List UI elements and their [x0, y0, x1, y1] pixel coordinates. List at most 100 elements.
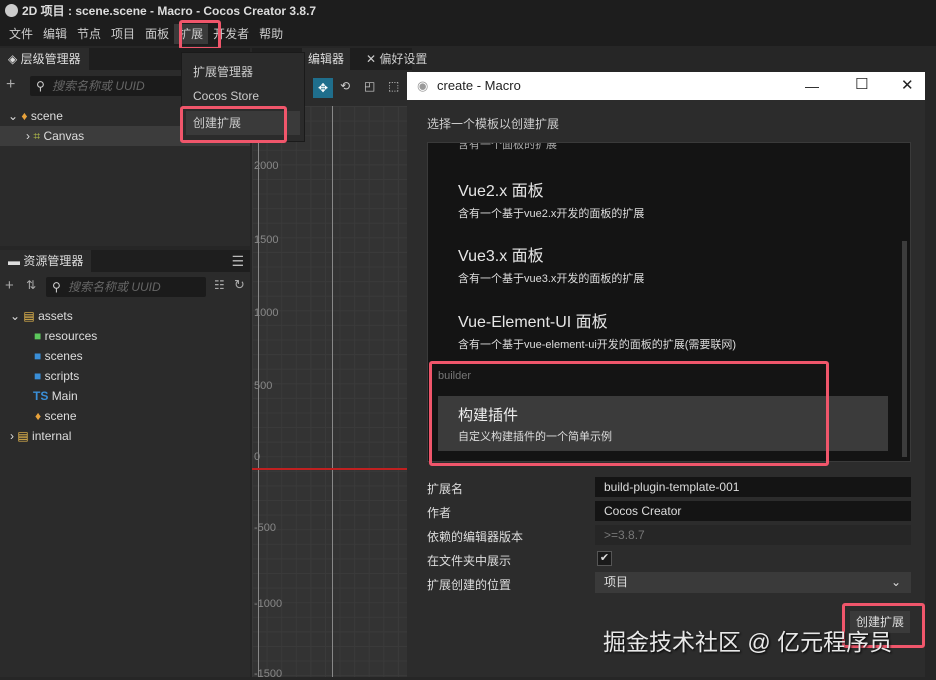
asset-resources[interactable]: ■ resources: [0, 326, 250, 346]
asset-label: Main: [51, 389, 78, 403]
asset-main[interactable]: TS Main: [0, 386, 250, 406]
add-icon[interactable]: +: [6, 76, 15, 94]
app-icon: ◉: [417, 78, 429, 93]
folder-icon: ■: [34, 369, 42, 383]
dialog-title-bar: ◉ create - Macro — ☐ ✕: [407, 72, 925, 100]
asset-label: assets: [38, 309, 73, 323]
y-label: -1500: [254, 668, 283, 680]
chevron-down-icon: ⌄: [890, 575, 901, 589]
y-label: -500: [254, 522, 277, 534]
db-icon: ▤: [23, 309, 35, 323]
menu-bar: 文件 编辑 节点 项目 面板 扩展 开发者 帮助: [0, 22, 936, 46]
rect-tool-icon[interactable]: ⬚: [388, 79, 399, 93]
watermark: 掘金技术社区 @ 亿元程序员: [603, 629, 893, 655]
create-extension-dialog: ◉ create - Macro — ☐ ✕ 选择一个模板以创建扩展 含有一个面…: [407, 72, 925, 677]
dialog-prompt: 选择一个模板以创建扩展: [427, 117, 560, 131]
search-icon: ⚲: [36, 79, 45, 93]
tab-hierarchy[interactable]: ◈ 层级管理器: [0, 48, 89, 70]
asset-label: internal: [32, 429, 72, 443]
sort-icon[interactable]: ⇅: [26, 278, 36, 292]
folder-icon: ■: [34, 349, 42, 363]
y-label: 1500: [254, 234, 279, 246]
window-title: 2D 项目 : scene.scene - Macro - Cocos Crea…: [22, 4, 317, 18]
cocos-logo-icon: [5, 4, 18, 17]
asset-scripts[interactable]: ■ scripts: [0, 366, 250, 386]
template-vue-element-ui[interactable]: Vue-Element-UI 面板含有一个基于vue-element-ui开发的…: [458, 308, 736, 352]
template-vue3[interactable]: Vue3.x 面板 含有一个基于vue3.x开发的面板的扩展: [458, 242, 644, 286]
menu-item-extension-manager[interactable]: 扩展管理器: [193, 63, 253, 80]
tab-label: 层级管理器: [20, 52, 81, 66]
asset-label: resources: [44, 329, 98, 343]
node-label: Canvas: [43, 129, 85, 143]
template-name: Vue-Element-UI 面板: [458, 314, 608, 331]
search-placeholder: 搜索名称或 UUID: [52, 79, 145, 93]
dialog-title: create - Macro: [437, 78, 521, 93]
highlight-create-extension: [180, 106, 287, 143]
assets-search-input[interactable]: ⚲ 搜索名称或 UUID: [46, 277, 206, 297]
asset-scenes[interactable]: ■ scenes: [0, 346, 250, 366]
y-label: 1000: [254, 307, 279, 319]
list-view-icon[interactable]: ☷: [214, 278, 225, 292]
maximize-icon[interactable]: ☐: [855, 71, 868, 99]
asset-label: scenes: [44, 349, 83, 363]
template-desc: 含有一个基于vue-element-ui开发的面板的扩展(需要联网): [458, 339, 737, 351]
menu-node[interactable]: 节点: [72, 24, 106, 44]
menu-project[interactable]: 项目: [106, 24, 140, 44]
menu-help[interactable]: 帮助: [254, 24, 288, 44]
scene-viewport[interactable]: [252, 106, 407, 677]
highlight-menu: [179, 20, 221, 50]
editor-version-input[interactable]: >=3.8.7: [595, 525, 911, 545]
add-icon[interactable]: +: [5, 277, 14, 294]
menu-item-cocos-store[interactable]: Cocos Store: [193, 89, 259, 103]
x-axis-line: [252, 468, 407, 470]
y-label: 0: [254, 451, 261, 463]
scale-tool-icon[interactable]: ◰: [364, 79, 375, 93]
show-in-folder-checkbox[interactable]: ✔: [597, 551, 612, 566]
author-input[interactable]: Cocos Creator: [595, 501, 911, 521]
node-label: scene: [30, 109, 63, 123]
label-editor-version: 依赖的编辑器版本: [427, 530, 524, 544]
location-value: 项目: [604, 575, 629, 589]
asset-label: scripts: [44, 369, 80, 383]
tab-preferences[interactable]: ✕ 偏好设置: [360, 48, 433, 70]
menu-panel[interactable]: 面板: [140, 24, 174, 44]
label-location: 扩展创建的位置: [427, 578, 512, 592]
location-select[interactable]: 项目 ⌄: [595, 572, 911, 593]
template-name: Vue2.x 面板: [458, 183, 544, 200]
close-icon[interactable]: ✕: [901, 72, 914, 100]
title-bar: 2D 项目 : scene.scene - Macro - Cocos Crea…: [0, 0, 936, 22]
y-label: 2000: [254, 160, 279, 172]
template-desc: 含有一个面板的扩展: [458, 142, 557, 151]
template-desc: 含有一个基于vue2.x开发的面板的扩展: [458, 208, 645, 220]
asset-label: scene: [44, 409, 77, 423]
tab-label: 资源管理器: [23, 254, 84, 268]
template-desc: 含有一个基于vue3.x开发的面板的扩展: [458, 273, 645, 285]
y-label: -1000: [254, 598, 283, 610]
rotate-tool-icon[interactable]: ⟲: [340, 79, 350, 93]
asset-scene[interactable]: ♦ scene: [0, 406, 250, 426]
tab-label: 偏好设置: [379, 52, 428, 66]
move-tool-icon[interactable]: ✥: [313, 78, 333, 98]
search-placeholder: 搜索名称或 UUID: [68, 280, 161, 294]
template-vue2[interactable]: Vue2.x 面板含有一个基于vue2.x开发的面板的扩展: [458, 177, 644, 221]
scrollbar[interactable]: [902, 241, 907, 457]
menu-edit[interactable]: 编辑: [38, 24, 72, 44]
menu-file[interactable]: 文件: [4, 24, 38, 44]
scene-icon: ♦: [21, 109, 28, 123]
y-label: 500: [254, 380, 273, 392]
asset-assets[interactable]: ⌄ ▤ assets: [0, 306, 250, 326]
folder-icon: ■: [34, 329, 42, 343]
tab-assets[interactable]: ▬ 资源管理器: [0, 250, 92, 272]
refresh-icon[interactable]: ↻: [234, 277, 245, 293]
ext-name-input[interactable]: build-plugin-template-001: [595, 477, 911, 497]
ts-icon: TS: [33, 389, 49, 403]
minimize-icon[interactable]: —: [805, 72, 819, 100]
canvas-icon: ⌗: [33, 129, 41, 143]
label-show-in-folder: 在文件夹中展示: [427, 554, 512, 568]
label-author: 作者: [427, 506, 452, 520]
menu-icon[interactable]: ☰: [231, 250, 250, 272]
asset-internal[interactable]: › ▤ internal: [0, 426, 250, 446]
scene-icon: ♦: [35, 409, 42, 423]
highlight-build-plugin: [429, 361, 829, 466]
tab-editor[interactable]: 编辑器: [302, 48, 351, 70]
